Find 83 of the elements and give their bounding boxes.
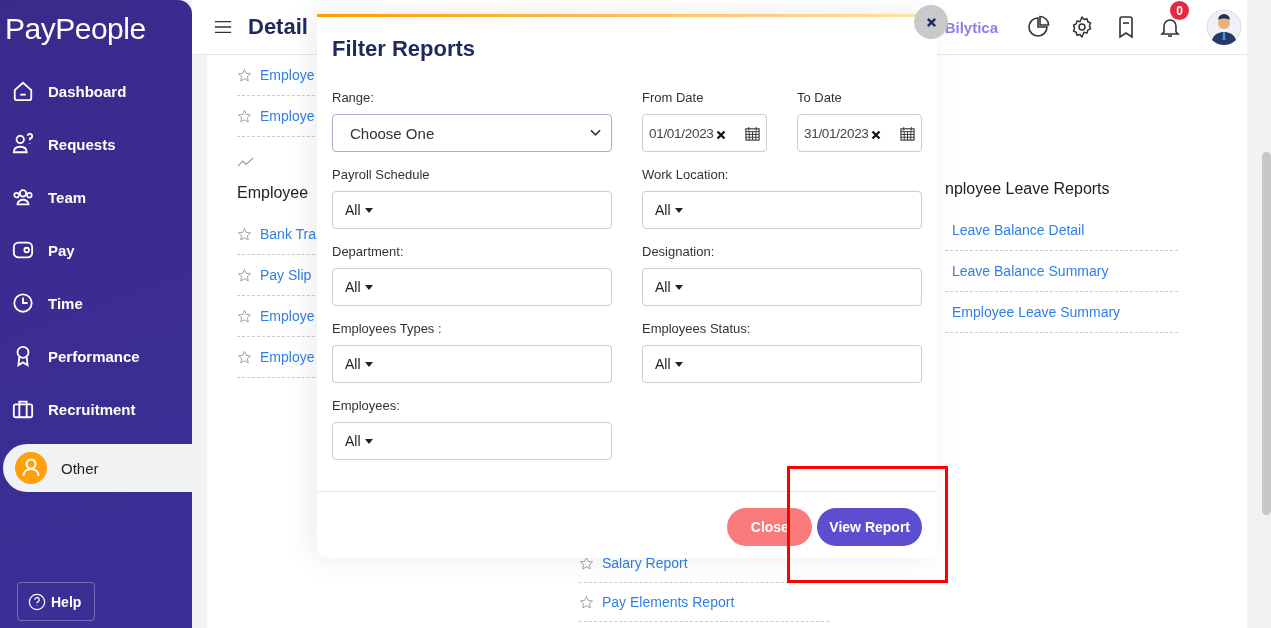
- caret-icon: [364, 284, 373, 290]
- nav-item[interactable]: Other: [3, 444, 192, 492]
- field-label: To Date: [797, 89, 843, 107]
- field-label: Employees Types :: [332, 320, 443, 338]
- star-icon[interactable]: [579, 555, 594, 571]
- field-label: Designation:: [642, 243, 716, 261]
- report-link[interactable]: Salary Report: [602, 555, 688, 571]
- nav-item[interactable]: Dashboard: [0, 73, 192, 109]
- chevron-icon: [590, 129, 601, 137]
- report-link[interactable]: Employe: [260, 308, 315, 324]
- home-icon: [12, 80, 34, 102]
- report-link[interactable]: Bank Tra: [260, 226, 317, 242]
- caret-icon: [674, 284, 683, 290]
- report-link[interactable]: Employe: [260, 349, 315, 365]
- dropdown-field[interactable]: All: [642, 191, 922, 229]
- nav-item[interactable]: Pay: [0, 232, 192, 268]
- star-icon[interactable]: [237, 226, 252, 242]
- field-label: Payroll Schedule: [332, 166, 431, 184]
- menu-icon[interactable]: [214, 20, 232, 34]
- calendar-icon[interactable]: [900, 125, 915, 141]
- field-label: Work Location:: [642, 166, 730, 184]
- date-field[interactable]: 31/01/2023: [797, 114, 922, 152]
- caret-icon: [364, 207, 373, 213]
- nav-item[interactable]: Recruitment: [0, 391, 192, 427]
- caret-icon: [364, 438, 373, 444]
- star-icon[interactable]: [237, 349, 252, 365]
- dropdown-field[interactable]: All: [332, 191, 612, 229]
- trend-line-icon: [237, 156, 255, 168]
- nav-item[interactable]: Time: [0, 285, 192, 321]
- star-icon[interactable]: [237, 108, 252, 124]
- close-icon: [925, 16, 937, 28]
- report-link[interactable]: Employe: [260, 108, 315, 124]
- star-icon[interactable]: [237, 267, 252, 283]
- briefcase-icon: [12, 398, 34, 420]
- user-avatar-icon[interactable]: [1206, 9, 1242, 45]
- nav-item[interactable]: Requests: [0, 126, 192, 162]
- report-link[interactable]: Pay Elements Report: [602, 594, 735, 610]
- clear-icon[interactable]: [715, 129, 726, 140]
- help-icon: [28, 592, 46, 611]
- dropdown-field[interactable]: All: [642, 345, 922, 383]
- settings-icon[interactable]: [1070, 15, 1094, 39]
- star-icon[interactable]: [237, 67, 252, 83]
- page-title: Detail: [248, 14, 308, 40]
- field-label: From Date: [642, 89, 705, 107]
- nav-item[interactable]: Team: [0, 179, 192, 215]
- star-icon[interactable]: [237, 308, 252, 324]
- caret-icon: [364, 361, 373, 367]
- section-heading: nployee Leave Reports: [945, 180, 1111, 199]
- logo: PayPeople: [4, 11, 147, 47]
- clock-icon: [12, 292, 34, 314]
- dropdown-field[interactable]: All: [332, 345, 612, 383]
- company-name: Bilytica: [944, 18, 998, 36]
- field-label: Department:: [332, 243, 405, 261]
- field-label: Employees Status:: [642, 320, 752, 338]
- calendar-icon[interactable]: [745, 125, 760, 141]
- report-link[interactable]: Pay Slip: [260, 267, 312, 283]
- pie-chart-icon[interactable]: [1026, 15, 1050, 39]
- help-button[interactable]: Help: [17, 582, 95, 621]
- report-link[interactable]: Leave Balance Detail: [952, 222, 1085, 238]
- dialog-title: Filter Reports: [332, 36, 477, 63]
- person-icon: [15, 452, 47, 484]
- date-field[interactable]: 01/01/2023: [642, 114, 767, 152]
- caret-icon: [674, 207, 683, 213]
- field-label: Employees:: [332, 397, 401, 415]
- person-question-icon: [12, 133, 34, 155]
- section-heading: Employee: [237, 184, 310, 203]
- range-select[interactable]: Choose One: [332, 114, 612, 152]
- dropdown-field[interactable]: All: [642, 268, 922, 306]
- report-link[interactable]: Employee Leave Summary: [952, 304, 1121, 320]
- clear-icon[interactable]: [870, 129, 881, 140]
- dropdown-field[interactable]: All: [332, 268, 612, 306]
- field-label: Range:: [332, 89, 375, 107]
- dropdown-field[interactable]: All: [332, 422, 612, 460]
- report-link[interactable]: Employe: [260, 67, 315, 83]
- notification-count: 0: [1170, 1, 1189, 20]
- view-report-button[interactable]: View Report: [817, 508, 922, 546]
- caret-icon: [674, 361, 683, 367]
- star-icon[interactable]: [579, 594, 594, 610]
- nav-item[interactable]: Performance: [0, 338, 192, 374]
- report-link[interactable]: Leave Balance Summary: [952, 263, 1109, 279]
- team-icon: [12, 186, 34, 208]
- scrollbar-thumb[interactable]: [1262, 152, 1271, 515]
- wallet-icon: [12, 239, 34, 261]
